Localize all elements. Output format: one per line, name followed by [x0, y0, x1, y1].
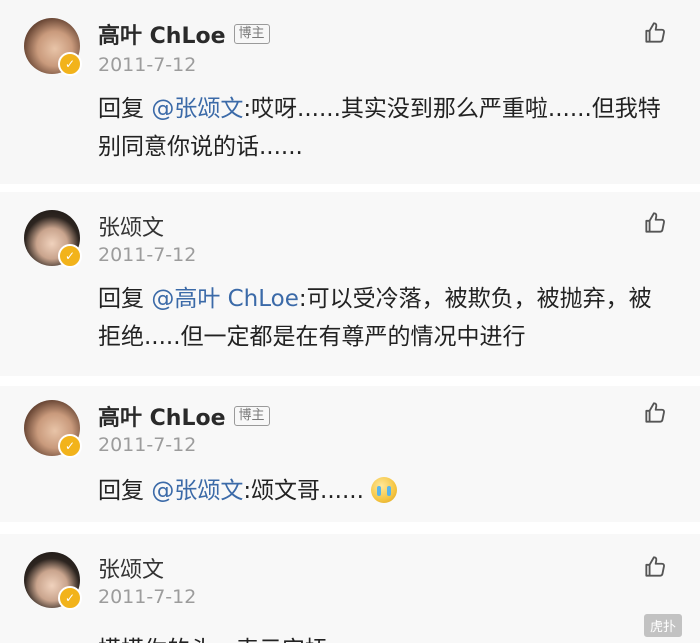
- avatar[interactable]: ✓: [24, 552, 82, 610]
- reply-prefix: 回复: [98, 286, 152, 312]
- comment-text: 回复 @高叶 ChLoe:可以受冷落，被欺负，被抛弃，被拒绝.....但一定都是…: [98, 280, 668, 356]
- avatar[interactable]: ✓: [24, 400, 82, 458]
- comment-text: 摸摸你的头，表示安抚: [98, 630, 328, 643]
- author-row: 张颂文: [98, 552, 164, 584]
- author-tag: 博主: [233, 24, 270, 44]
- verified-badge-icon: ✓: [58, 586, 82, 610]
- author-name[interactable]: 张颂文: [98, 552, 164, 584]
- thumbs-up-icon[interactable]: [642, 554, 668, 580]
- author-name[interactable]: 高叶 ChLoe: [98, 400, 226, 432]
- verified-badge-icon: ✓: [58, 434, 82, 458]
- comment-body: :颂文哥......: [243, 478, 364, 504]
- avatar[interactable]: ✓: [24, 18, 82, 76]
- author-row: 高叶 ChLoe 博主: [98, 400, 270, 432]
- comment-date: 2011-7-12: [98, 586, 197, 608]
- crying-emoji-icon: [371, 477, 398, 503]
- comment-date: 2011-7-12: [98, 54, 197, 76]
- verified-badge-icon: ✓: [58, 52, 82, 76]
- thumbs-up-icon[interactable]: [642, 400, 668, 426]
- verified-badge-icon: ✓: [58, 244, 82, 268]
- thumbs-up-icon[interactable]: [642, 20, 668, 46]
- comment-item: ✓ 高叶 ChLoe 博主 2011-7-12 回复 @张颂文:颂文哥.....…: [0, 386, 700, 522]
- comment-text: 回复 @张颂文:颂文哥......: [98, 472, 668, 510]
- mention-link[interactable]: @高叶 ChLoe: [151, 286, 299, 312]
- author-name[interactable]: 高叶 ChLoe: [98, 18, 226, 50]
- comment-text: 回复 @张颂文:哎呀......其实没到那么严重啦......但我特别同意你说的…: [98, 90, 668, 166]
- mention-link[interactable]: @张颂文: [151, 478, 243, 504]
- mention-link[interactable]: @张颂文: [151, 96, 243, 122]
- author-tag: 博主: [233, 406, 270, 426]
- comment-item: ✓ 高叶 ChLoe 博主 2011-7-12 回复 @张颂文:哎呀......…: [0, 0, 700, 184]
- comment-item: ✓ 张颂文 2011-7-12 回复 @高叶 ChLoe:可以受冷落，被欺负，被…: [0, 192, 700, 376]
- author-name[interactable]: 张颂文: [98, 210, 164, 242]
- comment-date: 2011-7-12: [98, 434, 197, 456]
- avatar[interactable]: ✓: [24, 210, 82, 268]
- thumbs-up-icon[interactable]: [642, 210, 668, 236]
- comment-date: 2011-7-12: [98, 244, 197, 266]
- watermark: 虎扑: [643, 614, 682, 637]
- reply-prefix: 回复: [98, 478, 152, 504]
- comment-feed: ✓ 高叶 ChLoe 博主 2011-7-12 回复 @张颂文:哎呀......…: [0, 0, 700, 643]
- author-row: 高叶 ChLoe 博主: [98, 18, 270, 50]
- comment-item: ✓ 张颂文 2011-7-12 摸摸你的头，表示安抚 虎扑: [0, 534, 700, 643]
- author-row: 张颂文: [98, 210, 164, 242]
- reply-prefix: 回复: [98, 96, 152, 122]
